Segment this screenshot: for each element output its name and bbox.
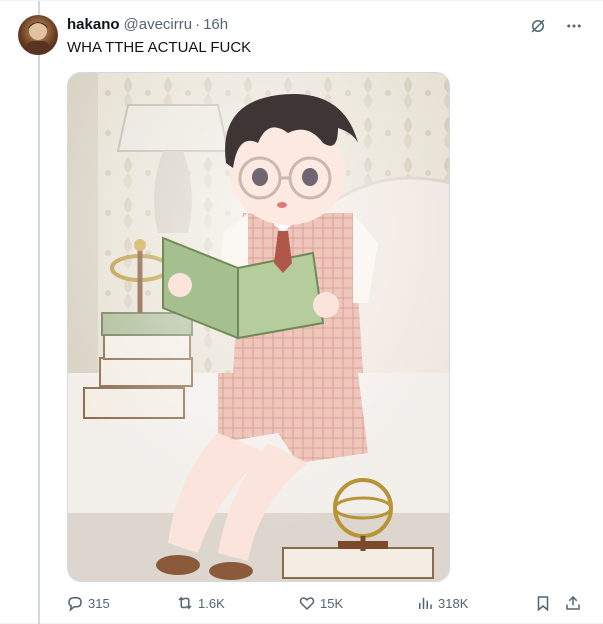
author-handle[interactable]: @avecirru — [124, 16, 193, 33]
views-icon — [419, 597, 432, 609]
bookmark-icon — [537, 596, 549, 612]
more-icon[interactable] — [563, 15, 585, 37]
tweet-header: hakano @avecirru · 16h — [67, 15, 228, 35]
author-name[interactable]: hakano — [67, 16, 120, 33]
reply-button[interactable]: 315 — [66, 594, 110, 612]
reply-count: 315 — [88, 595, 110, 611]
retweet-button[interactable]: 1.6K — [176, 594, 225, 612]
action-bar: 315 1.6K 15K 318K — [62, 594, 592, 618]
bookmark-button[interactable] — [534, 594, 552, 612]
reply-icon — [68, 597, 82, 612]
tweet-text: WHA TTHE ACTUAL FUCK — [67, 39, 252, 56]
thread-line — [38, 1, 40, 624]
top-actions — [527, 15, 585, 37]
share-button[interactable] — [564, 594, 582, 612]
user-avatar[interactable] — [18, 15, 58, 55]
views-count: 318K — [438, 595, 469, 611]
tweet-media-image[interactable] — [67, 72, 450, 582]
tweet[interactable]: hakano @avecirru · 16h WHA TTHE ACTUAL FUCK — [0, 0, 603, 624]
illustration — [68, 73, 449, 581]
separator-dot: · — [195, 16, 201, 33]
heart-icon — [299, 597, 315, 611]
grok-icon[interactable] — [527, 15, 549, 37]
retweet-icon — [178, 596, 192, 610]
like-count: 15K — [320, 595, 344, 611]
retweet-count: 1.6K — [198, 595, 225, 611]
like-button[interactable]: 15K — [298, 594, 343, 612]
share-icon — [566, 595, 580, 610]
tweet-time[interactable]: 16h — [203, 16, 228, 33]
views-button[interactable]: 318K — [416, 594, 468, 612]
